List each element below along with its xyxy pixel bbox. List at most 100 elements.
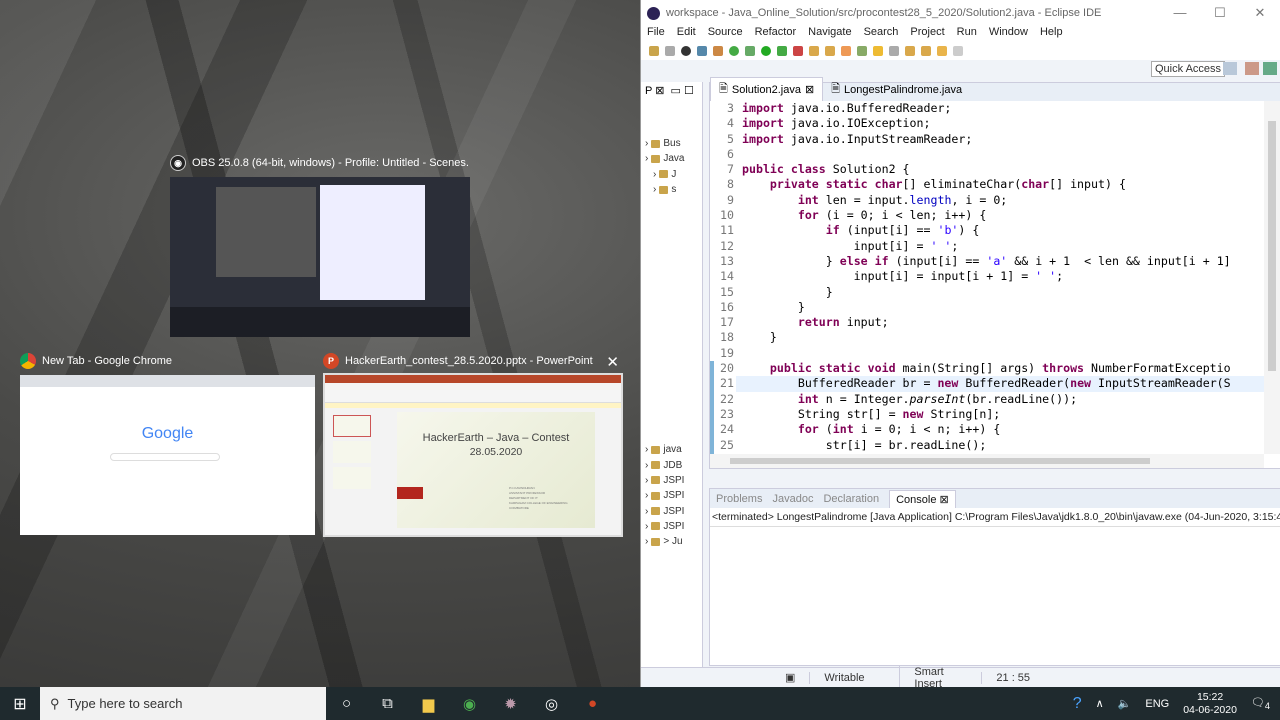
build-icon[interactable] bbox=[713, 46, 723, 56]
horizontal-scrollbar[interactable] bbox=[710, 454, 1264, 468]
task-view-icon[interactable]: ⧉ bbox=[367, 695, 408, 712]
package-explorer-tab[interactable]: P ⊠ ▭ ☐ bbox=[641, 82, 702, 100]
menu-project[interactable]: Project bbox=[910, 26, 944, 42]
package-item[interactable]: › JSPI bbox=[641, 473, 702, 488]
switcher-obs[interactable]: ◉ OBS 25.0.8 (64-bit, windows) - Profile:… bbox=[170, 155, 470, 337]
file-explorer-icon[interactable]: ▆ bbox=[408, 695, 449, 713]
save-icon[interactable] bbox=[665, 46, 675, 56]
volume-icon[interactable]: 🔈 bbox=[1118, 697, 1132, 710]
package-item[interactable]: › java bbox=[641, 442, 702, 457]
minimize-button[interactable]: — bbox=[1160, 5, 1200, 21]
java-perspective-icon[interactable] bbox=[1263, 62, 1277, 75]
next-annotation-icon[interactable] bbox=[905, 46, 915, 56]
chevron-up-icon[interactable]: ∧ bbox=[1096, 697, 1104, 710]
external-tools-icon[interactable] bbox=[777, 46, 787, 56]
code-token: input; bbox=[839, 315, 889, 330]
open-type-icon[interactable] bbox=[809, 46, 819, 56]
tab-declaration[interactable]: Declaration bbox=[823, 493, 879, 505]
format-icon[interactable] bbox=[889, 46, 899, 56]
search-icon[interactable] bbox=[841, 46, 851, 56]
package-item[interactable]: › > Ju bbox=[641, 534, 702, 549]
expand-chevron-icon[interactable]: › bbox=[645, 444, 648, 455]
new-icon[interactable] bbox=[649, 46, 659, 56]
menu-refactor[interactable]: Refactor bbox=[755, 26, 797, 42]
windows-start-icon[interactable]: ⊞ bbox=[0, 694, 40, 714]
terminal-icon[interactable] bbox=[697, 46, 707, 56]
switcher-chrome[interactable]: New Tab - Google Chrome Google bbox=[20, 353, 315, 535]
expand-chevron-icon[interactable]: › bbox=[645, 475, 648, 486]
vertical-scrollbar[interactable] bbox=[1264, 101, 1280, 454]
tab-solution2[interactable]: 🗎 Solution2.java ⊠ bbox=[710, 77, 824, 101]
menu-navigate[interactable]: Navigate bbox=[808, 26, 851, 42]
taskbar-search[interactable]: ⚲ Type here to search bbox=[40, 687, 326, 720]
back-icon[interactable] bbox=[937, 46, 947, 56]
quick-access-input[interactable]: Quick Access bbox=[1151, 61, 1226, 77]
expand-chevron-icon[interactable]: › bbox=[653, 169, 656, 180]
coverage-icon[interactable] bbox=[729, 46, 739, 56]
java-ee-perspective-icon[interactable] bbox=[1245, 62, 1259, 75]
expand-chevron-icon[interactable]: › bbox=[645, 138, 648, 149]
package-item[interactable]: › JSPI bbox=[641, 519, 702, 534]
menu-help[interactable]: Help bbox=[1040, 26, 1063, 42]
tab-longestpalindrome[interactable]: 🗎 LongestPalindrome.java bbox=[823, 78, 970, 101]
expand-chevron-icon[interactable]: › bbox=[645, 460, 648, 471]
run-icon[interactable] bbox=[761, 46, 771, 56]
eclipse-icon[interactable]: ✹ bbox=[490, 695, 531, 713]
tab-javadoc[interactable]: Javadoc bbox=[772, 493, 813, 505]
code-text: } bbox=[736, 330, 777, 345]
expand-chevron-icon[interactable]: › bbox=[645, 536, 648, 547]
run-config-icon[interactable] bbox=[793, 46, 803, 56]
tab-console[interactable]: Console ⊠ bbox=[889, 489, 956, 508]
switcher-powerpoint[interactable]: P HackerEarth_contest_28.5.2020.pptx - Po… bbox=[323, 353, 623, 537]
code-text: str[i] = br.readLine(); bbox=[736, 438, 987, 453]
expand-chevron-icon[interactable]: › bbox=[645, 490, 648, 501]
cortana-icon[interactable]: ○ bbox=[326, 695, 367, 712]
help-icon[interactable]: ? bbox=[1073, 695, 1082, 713]
menu-source[interactable]: Source bbox=[708, 26, 743, 42]
package-item[interactable]: › Java bbox=[641, 151, 702, 166]
menu-search[interactable]: Search bbox=[864, 26, 899, 42]
package-item[interactable]: › JDB bbox=[641, 457, 702, 472]
powerpoint-icon[interactable]: ● bbox=[572, 695, 613, 712]
close-icon[interactable]: ⊠ bbox=[805, 83, 814, 96]
chrome-icon[interactable]: ◉ bbox=[449, 695, 490, 713]
close-window-button[interactable]: ✕ bbox=[606, 353, 619, 371]
debug-icon[interactable] bbox=[745, 46, 755, 56]
tab-label: P bbox=[645, 85, 653, 97]
package-item[interactable]: › JSPI bbox=[641, 503, 702, 518]
date: 04-06-2020 bbox=[1183, 703, 1237, 716]
open-perspective-icon[interactable] bbox=[1223, 62, 1237, 75]
profile-icon[interactable] bbox=[681, 46, 691, 56]
notifications-icon[interactable]: 🗨4 bbox=[1251, 696, 1270, 711]
code-text: import java.io.InputStreamReader; bbox=[736, 132, 972, 147]
package-item[interactable]: › J bbox=[641, 167, 702, 182]
line-number: 5 bbox=[727, 131, 734, 146]
maximize-button[interactable]: ☐ bbox=[1200, 5, 1240, 21]
code-token: 'a' bbox=[986, 253, 1008, 268]
prev-annotation-icon[interactable] bbox=[921, 46, 931, 56]
code-editor[interactable]: 🗎 Solution2.java ⊠ 🗎 LongestPalindrome.java… bbox=[709, 77, 1280, 469]
close-button[interactable]: ✕ bbox=[1240, 5, 1280, 21]
pin-icon[interactable] bbox=[857, 46, 867, 56]
code-text: if (input[i] == 'b') { bbox=[736, 223, 980, 238]
package-item[interactable]: › Bus bbox=[641, 136, 702, 151]
package-item[interactable]: › s bbox=[641, 182, 702, 197]
tab-problems[interactable]: Problems bbox=[716, 493, 762, 505]
expand-chevron-icon[interactable]: › bbox=[645, 153, 648, 164]
annotation-icon[interactable] bbox=[873, 46, 883, 56]
menu-edit[interactable]: Edit bbox=[677, 26, 696, 42]
menu-file[interactable]: File bbox=[647, 26, 665, 42]
menu-window[interactable]: Window bbox=[989, 26, 1028, 42]
open-task-icon[interactable] bbox=[825, 46, 835, 56]
expand-chevron-icon[interactable]: › bbox=[653, 184, 656, 195]
menu-run[interactable]: Run bbox=[957, 26, 977, 42]
package-item[interactable]: › JSPI bbox=[641, 488, 702, 503]
clock[interactable]: 15:22 04-06-2020 bbox=[1183, 691, 1237, 717]
obs-icon[interactable]: ◎ bbox=[531, 695, 572, 713]
expand-chevron-icon[interactable]: › bbox=[645, 506, 648, 517]
forward-icon[interactable] bbox=[953, 46, 963, 56]
expand-chevron-icon[interactable]: › bbox=[645, 521, 648, 532]
language-indicator[interactable]: ENG bbox=[1145, 698, 1169, 710]
code-area[interactable]: 3 import java.io.BufferedReader; 4 import j… bbox=[710, 101, 1264, 454]
